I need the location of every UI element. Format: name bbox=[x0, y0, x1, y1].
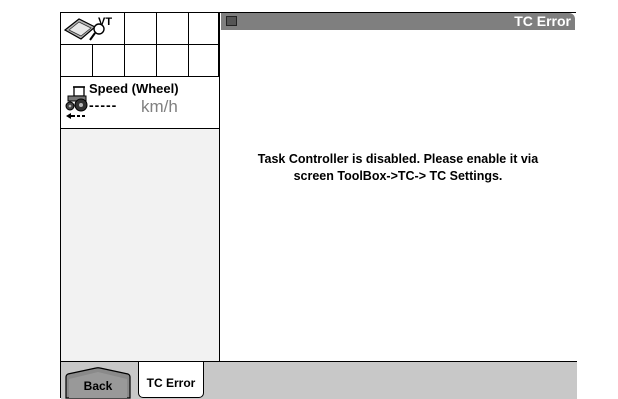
grid-cell[interactable] bbox=[157, 45, 189, 77]
grid-cell[interactable] bbox=[189, 45, 219, 77]
tractor-icon bbox=[65, 86, 88, 119]
grid-cell[interactable] bbox=[157, 13, 189, 45]
grid-cell[interactable] bbox=[61, 45, 93, 77]
bottom-bar: Back TC Error bbox=[61, 361, 577, 399]
window-title: TC Error bbox=[514, 13, 571, 29]
speed-unit: km/h bbox=[141, 97, 178, 116]
back-button-label: Back bbox=[83, 379, 113, 393]
speed-readout: Speed (Wheel) ----- km/h bbox=[61, 77, 219, 129]
window-title-bar: TC Error bbox=[221, 13, 575, 30]
speed-value: ----- bbox=[89, 97, 118, 113]
grid-cell[interactable] bbox=[125, 13, 157, 45]
window-icon bbox=[226, 16, 237, 26]
vt-label: VT bbox=[98, 16, 113, 28]
back-button[interactable]: Back bbox=[65, 367, 131, 399]
grid-cell[interactable] bbox=[189, 13, 219, 45]
tab-tc-error-label: TC Error bbox=[146, 376, 196, 390]
error-message-line-2: screen ToolBox->TC-> TC Settings. bbox=[293, 169, 503, 183]
terminal-frame: VT Speed (Wheel) ----- km/h TC Error Tas… bbox=[60, 12, 577, 399]
tab-tc-error[interactable]: TC Error bbox=[138, 362, 204, 398]
grid-cell[interactable] bbox=[125, 45, 157, 77]
grid-cell[interactable] bbox=[93, 45, 125, 77]
error-message-line-1: Task Controller is disabled. Please enab… bbox=[257, 152, 539, 166]
softkey-grid: VT bbox=[61, 13, 219, 77]
error-message: Task Controller is disabled. Please enab… bbox=[221, 151, 575, 185]
left-panel: VT Speed (Wheel) ----- km/h bbox=[61, 13, 220, 361]
main-panel: TC Error Task Controller is disabled. Pl… bbox=[221, 13, 576, 361]
speed-title: Speed (Wheel) bbox=[89, 81, 179, 96]
